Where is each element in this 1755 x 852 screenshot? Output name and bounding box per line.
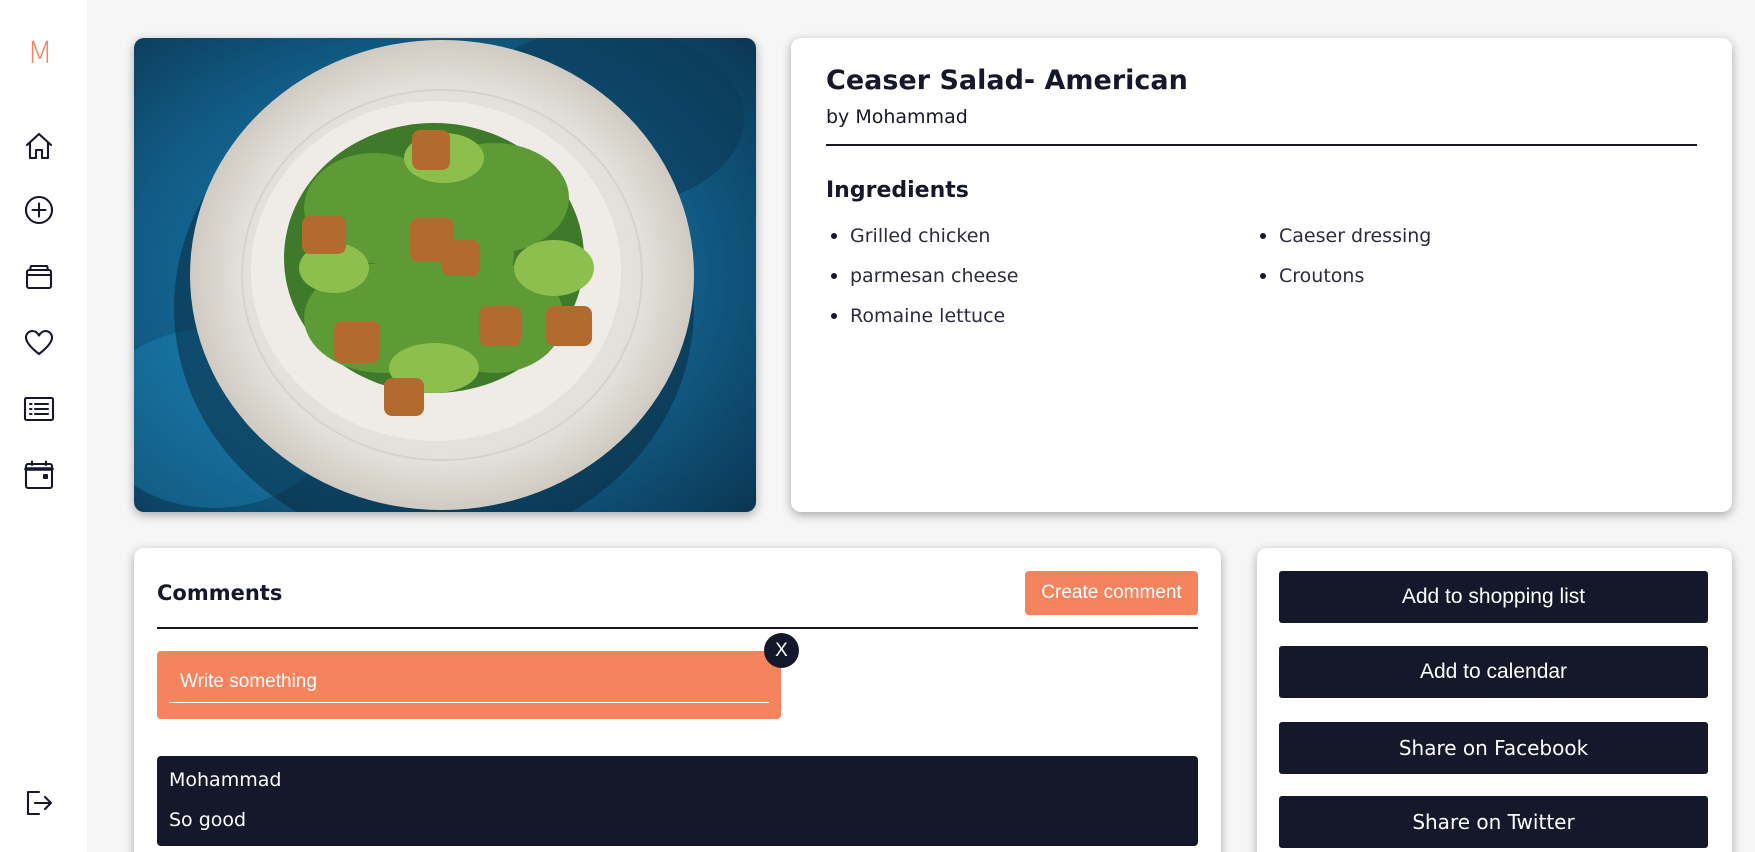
ingredients-list-left: Grilled chicken parmesan cheese Romaine … <box>826 223 1018 343</box>
ingredients-list-right: Caeser dressing Croutons <box>1255 223 1431 303</box>
ingredient-item: parmesan cheese <box>826 263 1018 303</box>
comments-title: Comments <box>157 581 283 605</box>
plus-circle-icon <box>24 195 54 225</box>
recipe-author: by Mohammad <box>826 106 968 128</box>
ingredient-item: Croutons <box>1255 263 1431 303</box>
share-facebook-button[interactable]: Share on Facebook <box>1279 722 1708 774</box>
recipe-divider <box>826 144 1697 146</box>
add-to-calendar-button[interactable]: Add to calendar <box>1279 646 1708 698</box>
sidebar-item-list[interactable] <box>21 391 57 427</box>
comments-card: Comments Create comment X Mohammad So go… <box>134 548 1221 852</box>
sidebar-item-add[interactable] <box>21 192 57 228</box>
ingredients-heading: Ingredients <box>826 178 969 203</box>
ingredient-item: Grilled chicken <box>826 223 1018 263</box>
list-icon <box>23 396 55 422</box>
ingredient-item: Caeser dressing <box>1255 223 1431 263</box>
create-comment-button[interactable]: Create comment <box>1025 571 1198 615</box>
recipe-photo <box>134 38 756 512</box>
calendar-icon <box>24 460 54 490</box>
heart-icon <box>24 329 54 356</box>
comments-divider <box>157 627 1198 629</box>
logout-button[interactable] <box>21 785 57 821</box>
actions-card: Add to shopping list Add to calendar Sha… <box>1257 548 1732 852</box>
recipe-details-card: Ceaser Salad- American by Mohammad Ingre… <box>791 38 1732 512</box>
logout-icon <box>26 790 53 816</box>
comment-author: Mohammad <box>169 769 282 791</box>
add-to-shopping-list-button[interactable]: Add to shopping list <box>1279 571 1708 623</box>
recipe-title: Ceaser Salad- American <box>826 65 1188 96</box>
share-twitter-button[interactable]: Share on Twitter <box>1279 796 1708 848</box>
home-icon <box>25 132 53 160</box>
close-compose-button[interactable]: X <box>764 633 799 668</box>
sidebar: M <box>0 0 87 852</box>
comment-text: So good <box>169 809 247 831</box>
comment-item: Mohammad So good <box>157 756 1198 846</box>
sidebar-item-wallet[interactable] <box>21 259 57 295</box>
ingredient-item: Romaine lettuce <box>826 303 1018 343</box>
comment-compose-box <box>157 651 781 719</box>
sidebar-item-home[interactable] <box>21 128 57 164</box>
comment-input[interactable] <box>169 661 769 703</box>
app-logo[interactable]: M <box>27 36 53 72</box>
sidebar-item-calendar[interactable] <box>21 457 57 493</box>
sidebar-item-favorites[interactable] <box>21 325 57 361</box>
wallet-icon <box>25 264 53 290</box>
